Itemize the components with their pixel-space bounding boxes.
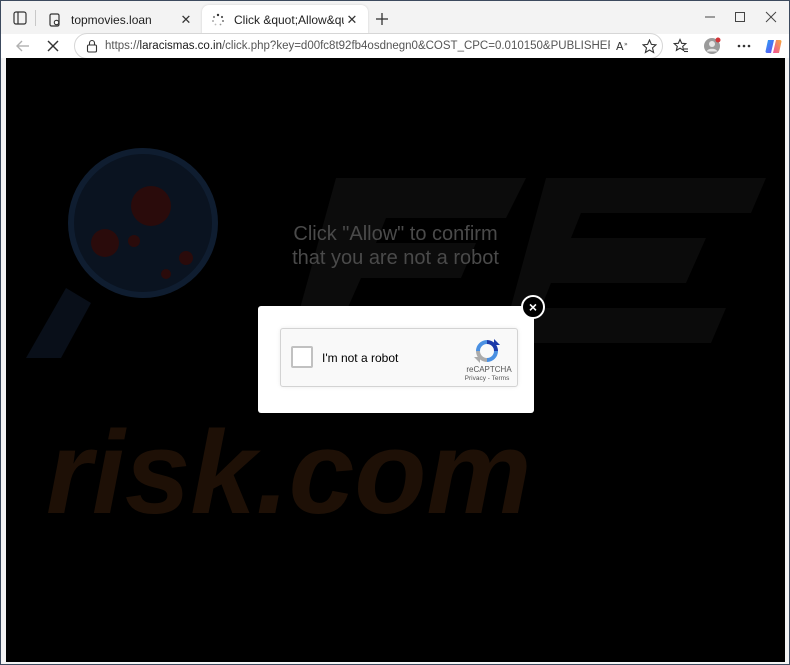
lock-icon[interactable] — [79, 39, 105, 53]
headline-line-2: that you are not a robot — [292, 247, 499, 269]
tab-title: Click &quot;Allow&quot; — [234, 12, 344, 27]
new-tab-button[interactable] — [371, 8, 393, 30]
maximize-icon[interactable] — [725, 5, 755, 29]
tab-click-allow[interactable]: Click &quot;Allow&quot; ✕ — [202, 5, 368, 34]
url-path: /click.php?key=d00fc8t92fb4osdnegn0&COST… — [221, 40, 610, 52]
recaptcha-brand: reCAPTCHA — [466, 365, 512, 374]
captcha-dialog: × I'm not a robot reCAPTCHA Privacy - Te… — [258, 295, 545, 413]
read-aloud-icon[interactable]: A» — [610, 39, 636, 53]
recaptcha-widget: I'm not a robot reCAPTCHA Privacy - Term… — [280, 328, 518, 387]
browser-window: topmovies.loan ✕ Click &quot;Allow&quot;… — [0, 0, 790, 665]
copilot-icon[interactable] — [761, 34, 785, 58]
address-bar[interactable]: https://laracismas.co.in/click.php?key=d… — [74, 33, 663, 59]
favorites-icon[interactable] — [669, 34, 693, 58]
close-dialog-button[interactable]: × — [521, 295, 545, 319]
close-tab-icon[interactable]: ✕ — [344, 12, 360, 28]
tab-separator — [35, 10, 36, 26]
url-text[interactable]: https://laracismas.co.in/click.php?key=d… — [105, 40, 610, 52]
not-robot-checkbox[interactable] — [291, 346, 313, 368]
loading-spinner-icon — [210, 12, 226, 28]
profile-avatar-icon[interactable] — [700, 34, 724, 58]
close-window-icon[interactable] — [756, 5, 786, 29]
close-tab-icon[interactable]: ✕ — [178, 12, 194, 28]
svg-text:»: » — [624, 41, 628, 48]
url-scheme: https:// — [105, 40, 140, 52]
page-icon — [47, 12, 63, 28]
back-arrow-icon[interactable] — [11, 34, 35, 58]
more-menu-icon[interactable] — [732, 34, 756, 58]
page-content: risk.com Click "Allow" to confirm that y… — [6, 58, 785, 662]
url-host: laracismas.co.in — [139, 40, 222, 52]
favorite-star-icon[interactable] — [636, 38, 662, 54]
recaptcha-privacy-terms[interactable]: Privacy - Terms — [457, 375, 517, 382]
recaptcha-logo-icon — [474, 339, 500, 363]
watermark-text: risk.com — [46, 407, 531, 539]
page-headline: Click "Allow" to confirm that you are no… — [6, 222, 785, 270]
minimize-icon[interactable] — [695, 5, 725, 29]
tab-actions-icon[interactable] — [7, 7, 33, 29]
tab-strip: topmovies.loan ✕ Click &quot;Allow&quot;… — [1, 1, 789, 34]
stop-loading-icon[interactable] — [41, 34, 65, 58]
svg-text:A: A — [616, 40, 624, 53]
not-robot-label[interactable]: I'm not a robot — [322, 351, 398, 365]
headline-line-1: Click "Allow" to confirm — [293, 223, 498, 245]
toolbar: https://laracismas.co.in/click.php?key=d… — [1, 33, 789, 59]
tab-title: topmovies.loan — [71, 12, 152, 27]
tab-topmovies[interactable]: topmovies.loan ✕ — [39, 5, 202, 34]
